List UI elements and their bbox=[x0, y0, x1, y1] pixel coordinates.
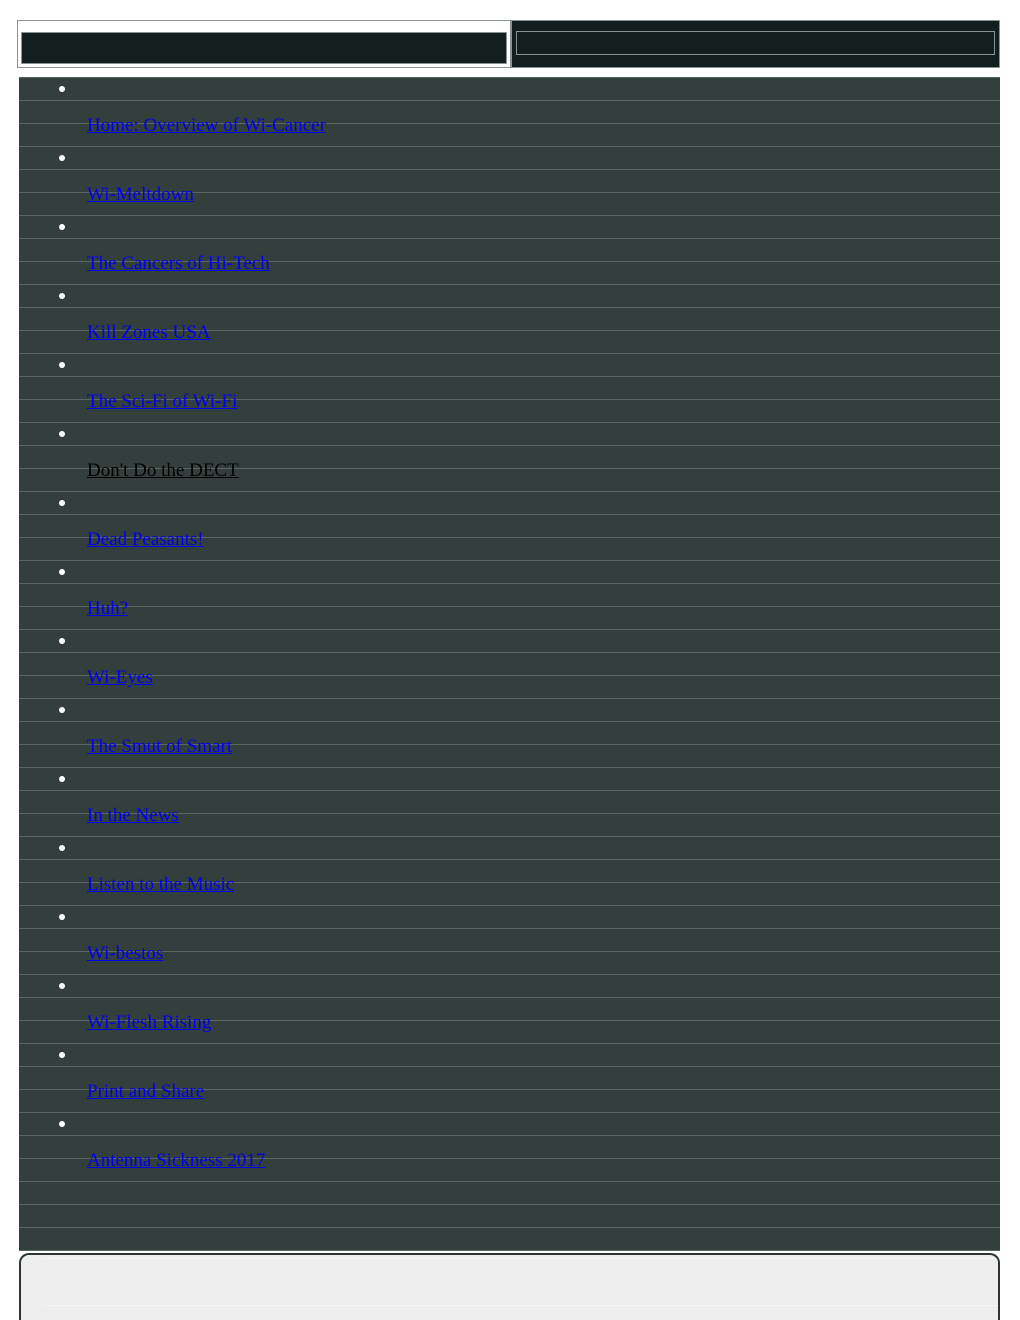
content-panel-divider bbox=[43, 1305, 998, 1306]
nav-link[interactable]: Wi-Meltdown bbox=[87, 184, 194, 206]
nav-list-item: The Sci-Fi of Wi-Fi bbox=[19, 353, 1000, 422]
nav-link[interactable]: Kill Zones USA bbox=[87, 322, 211, 344]
content-panel bbox=[19, 1253, 1000, 1320]
bullet-icon bbox=[59, 362, 65, 368]
bullet-icon bbox=[59, 1052, 65, 1058]
nav-link[interactable]: Wi-Eyes bbox=[87, 667, 153, 689]
bullet-icon bbox=[59, 500, 65, 506]
nav-link[interactable]: Antenna Sickness 2017 bbox=[87, 1150, 265, 1172]
bullet-icon bbox=[59, 638, 65, 644]
nav-list-item: Don't Do the DECT bbox=[19, 422, 1000, 491]
bullet-icon bbox=[59, 707, 65, 713]
nav-list-item: Home: Overview of Wi-Cancer bbox=[19, 77, 1000, 146]
bullet-icon bbox=[59, 293, 65, 299]
nav-list-item: Wi-Flesh Rising bbox=[19, 974, 1000, 1043]
bullet-icon bbox=[59, 431, 65, 437]
site-navigation-list: Home: Overview of Wi-Cancer Wi-Meltdown Th… bbox=[19, 77, 1000, 1181]
site-logo bbox=[22, 33, 506, 63]
nav-link[interactable]: Home: Overview of Wi-Cancer bbox=[87, 115, 326, 137]
nav-link[interactable]: Listen to the Music bbox=[87, 874, 234, 896]
nav-link[interactable]: Dead Peasants! bbox=[87, 529, 204, 551]
header-logo-box[interactable] bbox=[21, 32, 507, 64]
nav-link[interactable]: Huh? bbox=[87, 598, 128, 620]
header-right-cell bbox=[511, 20, 1000, 68]
main-dark-panel: Home: Overview of Wi-Cancer Wi-Meltdown Th… bbox=[19, 77, 1000, 1251]
nav-list-item: Kill Zones USA bbox=[19, 284, 1000, 353]
nav-link[interactable]: The Cancers of Hi-Tech bbox=[87, 253, 270, 275]
nav-link[interactable]: The Sci-Fi of Wi-Fi bbox=[87, 391, 237, 413]
header-search-slot bbox=[512, 21, 999, 67]
content-panel-inner bbox=[43, 1258, 998, 1320]
nav-list-item: Antenna Sickness 2017 bbox=[19, 1112, 1000, 1181]
nav-link[interactable]: In the News bbox=[87, 805, 179, 827]
page-header bbox=[0, 0, 1020, 77]
nav-list-item: The Smut of Smart bbox=[19, 698, 1000, 767]
bullet-icon bbox=[59, 86, 65, 92]
bullet-icon bbox=[59, 845, 65, 851]
nav-list-item: Listen to the Music bbox=[19, 836, 1000, 905]
bullet-icon bbox=[59, 224, 65, 230]
bullet-icon bbox=[59, 1121, 65, 1127]
nav-link[interactable]: Don't Do the DECT bbox=[87, 460, 239, 482]
nav-list-item: The Cancers of Hi-Tech bbox=[19, 215, 1000, 284]
bullet-icon bbox=[59, 914, 65, 920]
nav-list-item: Wi-bestos bbox=[19, 905, 1000, 974]
header-left-cell bbox=[17, 20, 511, 68]
nav-link[interactable]: Wi-bestos bbox=[87, 943, 163, 965]
nav-list-item: Dead Peasants! bbox=[19, 491, 1000, 560]
nav-list-item: Huh? bbox=[19, 560, 1000, 629]
nav-link[interactable]: The Smut of Smart bbox=[87, 736, 232, 758]
nav-list-item: In the News bbox=[19, 767, 1000, 836]
nav-list-item: Wi-Eyes bbox=[19, 629, 1000, 698]
nav-list-item: Wi-Meltdown bbox=[19, 146, 1000, 215]
nav-list-item: Print and Share bbox=[19, 1043, 1000, 1112]
bullet-icon bbox=[59, 776, 65, 782]
bullet-icon bbox=[59, 155, 65, 161]
bullet-icon bbox=[59, 983, 65, 989]
nav-link[interactable]: Wi-Flesh Rising bbox=[87, 1012, 211, 1034]
nav-link[interactable]: Print and Share bbox=[87, 1081, 204, 1103]
bullet-icon bbox=[59, 569, 65, 575]
